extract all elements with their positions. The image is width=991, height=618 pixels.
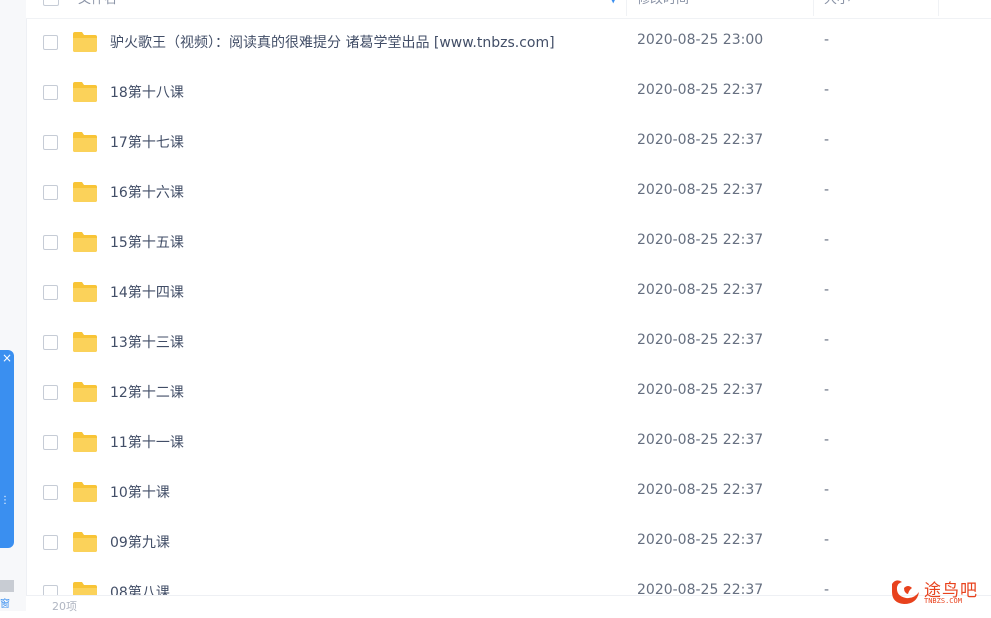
folder-icon[interactable] xyxy=(72,31,98,53)
file-modified-time: 2020-08-25 22:37 xyxy=(637,282,764,298)
folder-icon[interactable] xyxy=(72,181,98,203)
file-size: - xyxy=(824,182,830,198)
file-size: - xyxy=(824,82,830,98)
select-all-checkbox[interactable] xyxy=(43,0,59,6)
file-modified-time: 2020-08-25 23:00 xyxy=(637,32,764,48)
file-modified-time: 2020-08-25 22:37 xyxy=(637,482,764,498)
file-size: - xyxy=(824,532,830,548)
column-divider[interactable] xyxy=(813,0,814,16)
file-name[interactable]: 驴火歌王（视频）：阅读真的很难提分 诸葛学堂出品 [www.tnbzs.com] xyxy=(110,32,555,52)
file-name[interactable]: 09第九课 xyxy=(110,532,170,552)
file-modified-time: 2020-08-25 22:37 xyxy=(637,432,764,448)
left-side-strip: × ⋮ 窗 xyxy=(0,0,27,611)
file-modified-time: 2020-08-25 22:37 xyxy=(637,182,764,198)
watermark-subtext: TNBZS.COM xyxy=(924,597,962,605)
folder-icon[interactable] xyxy=(72,131,98,153)
watermark-bird-icon xyxy=(892,580,919,604)
row-checkbox[interactable] xyxy=(43,385,58,400)
column-divider[interactable] xyxy=(626,0,627,16)
file-size: - xyxy=(824,282,830,298)
folder-icon[interactable] xyxy=(72,531,98,553)
row-checkbox[interactable] xyxy=(43,135,58,150)
row-checkbox[interactable] xyxy=(43,85,58,100)
file-row[interactable]: 09第九课 2020-08-25 22:37 - xyxy=(26,518,991,568)
strip-bottom-bar xyxy=(0,580,14,592)
strip-bottom-link[interactable]: 窗 xyxy=(0,598,20,611)
file-name[interactable]: 17第十七课 xyxy=(110,132,184,152)
folder-icon[interactable] xyxy=(72,381,98,403)
folder-icon[interactable] xyxy=(72,281,98,303)
file-name[interactable]: 12第十二课 xyxy=(110,382,184,402)
folder-icon[interactable] xyxy=(72,431,98,453)
file-row[interactable]: 10第十课 2020-08-25 22:37 - xyxy=(26,468,991,518)
file-modified-time: 2020-08-25 22:37 xyxy=(637,382,764,398)
sort-descending-icon[interactable]: ▼ xyxy=(609,0,617,5)
watermark-logo: 途鸟吧 TNBZS.COM xyxy=(888,574,988,608)
file-row[interactable]: 13第十三课 2020-08-25 22:37 - xyxy=(26,318,991,368)
file-size: - xyxy=(824,32,830,48)
column-divider[interactable] xyxy=(938,0,939,16)
file-name[interactable]: 13第十三课 xyxy=(110,332,184,352)
file-row[interactable]: 16第十六课 2020-08-25 22:37 - xyxy=(26,168,991,218)
file-row[interactable]: 18第十八课 2020-08-25 22:37 - xyxy=(26,68,991,118)
file-modified-time: 2020-08-25 22:37 xyxy=(637,232,764,248)
file-modified-time: 2020-08-25 22:37 xyxy=(637,82,764,98)
item-count: 20项 xyxy=(52,600,77,613)
file-size: - xyxy=(824,432,830,448)
file-name[interactable]: 14第十四课 xyxy=(110,282,184,302)
file-row[interactable]: 驴火歌王（视频）：阅读真的很难提分 诸葛学堂出品 [www.tnbzs.com]… xyxy=(26,18,991,68)
file-size: - xyxy=(824,382,830,398)
column-header-modified[interactable]: 修改时间 xyxy=(637,0,689,18)
row-checkbox[interactable] xyxy=(43,335,58,350)
file-size: - xyxy=(824,132,830,148)
floating-side-panel[interactable] xyxy=(0,350,14,548)
file-row[interactable]: 15第十五课 2020-08-25 22:37 - xyxy=(26,218,991,268)
file-row[interactable]: 12第十二课 2020-08-25 22:37 - xyxy=(26,368,991,418)
side-panel-handle-icon[interactable]: ⋮ xyxy=(0,495,10,506)
folder-icon[interactable] xyxy=(72,481,98,503)
file-size: - xyxy=(824,482,830,498)
file-name[interactable]: 16第十六课 xyxy=(110,182,184,202)
side-panel-close-icon[interactable]: × xyxy=(0,350,14,366)
file-modified-time: 2020-08-25 22:37 xyxy=(637,532,764,548)
file-row[interactable]: 11第十一课 2020-08-25 22:37 - xyxy=(26,418,991,468)
folder-icon[interactable] xyxy=(72,81,98,103)
file-name[interactable]: 15第十五课 xyxy=(110,232,184,252)
row-checkbox[interactable] xyxy=(43,185,58,200)
file-size: - xyxy=(824,332,830,348)
folder-icon[interactable] xyxy=(72,231,98,253)
file-modified-time: 2020-08-25 22:37 xyxy=(637,132,764,148)
file-row[interactable]: 14第十四课 2020-08-25 22:37 - xyxy=(26,268,991,318)
file-row[interactable]: 17第十七课 2020-08-25 22:37 - xyxy=(26,118,991,168)
column-header-name[interactable]: 文件名 xyxy=(78,0,117,18)
row-checkbox[interactable] xyxy=(43,285,58,300)
file-name[interactable]: 18第十八课 xyxy=(110,82,184,102)
file-name[interactable]: 10第十课 xyxy=(110,482,170,502)
file-list-header: 文件名 ▼ 修改时间 大小 xyxy=(26,0,991,19)
status-footer: 20项 xyxy=(26,595,991,613)
row-checkbox[interactable] xyxy=(43,35,58,50)
row-checkbox[interactable] xyxy=(43,435,58,450)
file-size: - xyxy=(824,232,830,248)
row-checkbox[interactable] xyxy=(43,535,58,550)
file-name[interactable]: 11第十一课 xyxy=(110,432,184,452)
row-checkbox[interactable] xyxy=(43,235,58,250)
row-checkbox[interactable] xyxy=(43,485,58,500)
file-modified-time: 2020-08-25 22:37 xyxy=(637,332,764,348)
folder-icon[interactable] xyxy=(72,331,98,353)
column-header-size[interactable]: 大小 xyxy=(824,0,850,18)
